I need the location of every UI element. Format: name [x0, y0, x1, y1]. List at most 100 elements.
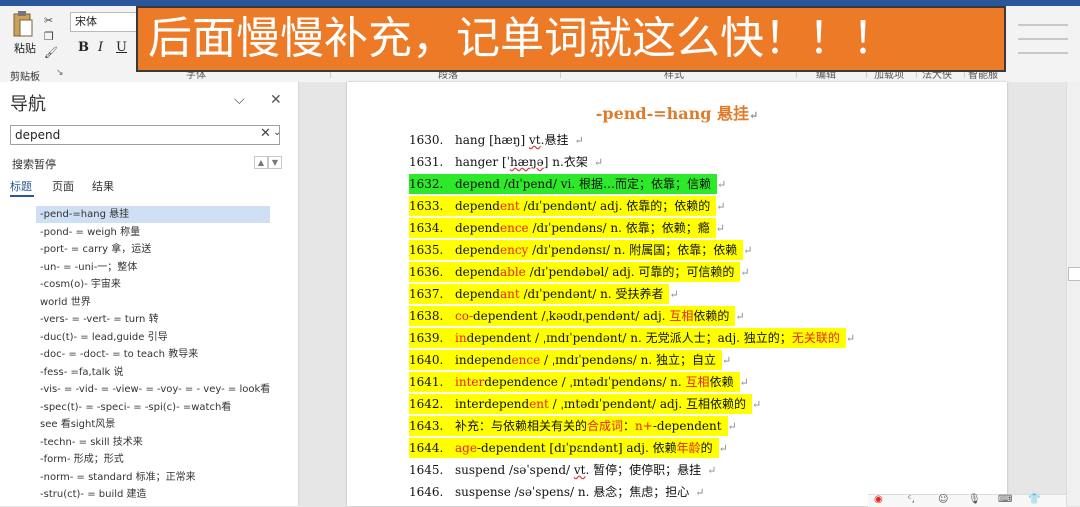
- tab-pages[interactable]: 页面: [52, 178, 74, 194]
- tab-headings[interactable]: 标题: [10, 178, 32, 194]
- entry-text: depend: [455, 243, 500, 257]
- paragraph-mark-icon: ↵: [574, 134, 584, 147]
- previous-result-icon[interactable]: ▲: [254, 156, 268, 169]
- heading-item[interactable]: -un- = -uni-一；整体: [36, 259, 270, 276]
- paragraph-mark-icon: ↵: [740, 266, 750, 279]
- entry-text: /dɪˈpendənt/ adj. 依靠的；依赖的: [519, 199, 711, 213]
- document-area[interactable]: -pend-=hang 悬挂↵ 1630. hang [hæŋ] vt.悬挂 ↵ 16…: [299, 82, 1066, 506]
- entry-number: 1630.: [409, 133, 444, 147]
- entry-text: 依赖的: [693, 309, 730, 323]
- close-icon[interactable]: ✕: [270, 92, 282, 108]
- entry-text: 互相: [669, 309, 694, 323]
- entry-number: 1646.: [409, 485, 444, 499]
- dictionary-entry[interactable]: 1644. age-dependent [dɪˈpɛndənt] adj. 依赖年…: [409, 438, 728, 458]
- entry-highlight: 1642. interdependent / ˌɪntədɪˈpendənt/ a…: [409, 394, 753, 414]
- paragraph-mark-icon: ↵: [727, 420, 737, 433]
- heading-item[interactable]: -duc(t)- = lead,guide 引导: [36, 329, 270, 346]
- entry-text: interdepend: [455, 397, 530, 411]
- heading-item[interactable]: -pend-=hang 悬挂: [36, 206, 270, 223]
- entry-highlight: 1644. age-dependent [dɪˈpɛndənt] adj. 依赖年…: [409, 438, 719, 458]
- entry-text: 的: [700, 441, 713, 455]
- nav-search-box[interactable]: ✕ ⌄: [10, 125, 281, 145]
- heading-item[interactable]: -norm- = standard 标准；正常来: [36, 469, 270, 486]
- clipboard-group: 粘贴 ✂ ❐ 🖌 剪贴板 ↘: [6, 8, 66, 83]
- dictionary-entry[interactable]: 1639. independent / ˌɪndɪˈpendənt/ n. 无党派…: [409, 328, 855, 348]
- heading-item[interactable]: -cosm(o)- 宇宙来: [36, 276, 270, 293]
- format-painter-icon[interactable]: 🖌: [44, 46, 58, 59]
- heading-item[interactable]: -vis- = -vid- = -view- = -voy- = - vey- …: [36, 381, 270, 398]
- dictionary-entry[interactable]: 1630. hang [hæŋ] vt.悬挂 ↵: [409, 130, 584, 150]
- dictionary-entry[interactable]: 1633. dependent /dɪˈpendənt/ adj. 依靠的；依赖的…: [409, 196, 725, 216]
- dictionary-entry[interactable]: 1635. dependency /dɪˈpendənsɪ/ n. 附属国；依靠；…: [409, 240, 752, 260]
- font-name-box[interactable]: 宋体: [70, 12, 146, 32]
- paragraph-mark-icon: ↵: [695, 486, 705, 499]
- next-result-icon[interactable]: ▼: [268, 156, 282, 169]
- nav-search-input[interactable]: [15, 127, 255, 143]
- punctuation-icon[interactable]: ᶜ,: [908, 494, 915, 505]
- entry-text: .悬挂: [540, 133, 569, 147]
- dictionary-entry[interactable]: 1640. independence / ˌɪndɪˈpendəns/ n. 独立…: [409, 350, 731, 370]
- entry-text: dependent / ˌɪndɪˈpendənt/ n. 无党派人士；adj.…: [466, 331, 792, 345]
- heading-item[interactable]: -spec(t)- = -speci- = -spi(c)- =watch看: [36, 399, 270, 416]
- heading-item[interactable]: world 世界: [36, 294, 270, 311]
- section-heading: -pend-=hang 悬挂↵: [595, 104, 759, 123]
- paste-icon[interactable]: [12, 10, 34, 38]
- heading-item[interactable]: -vers- = -vert- = turn 转: [36, 311, 270, 328]
- dictionary-entry[interactable]: 1631. hanger [ˈhæŋə] n.衣架 ↵: [409, 152, 603, 172]
- clear-search-icon[interactable]: ✕: [260, 126, 271, 141]
- dictionary-entry[interactable]: 1642. interdependent / ˌɪntədɪˈpendənt/ a…: [409, 394, 761, 414]
- entry-text: independ: [455, 353, 512, 367]
- heading-item[interactable]: see 看sight风景: [36, 416, 270, 433]
- active-tab-indicator: [10, 195, 34, 197]
- entry-number: 1638.: [409, 309, 444, 323]
- dictionary-entry[interactable]: 1645. suspend /səˈspend/ vt. 暂停；使停职；悬挂 ↵: [409, 460, 716, 480]
- dictionary-entry[interactable]: 1641. interdependence / ˌɪntədɪˈpendəns/ …: [409, 372, 749, 392]
- microphone-icon[interactable]: 🎙: [968, 494, 981, 505]
- dictionary-entry[interactable]: 1646. suspense /səˈspens/ n. 悬念；焦虑；担心 ↵: [409, 482, 705, 502]
- cut-icon[interactable]: ✂: [44, 14, 53, 27]
- search-status-text: 搜索暂停: [12, 158, 56, 171]
- scrollbar-thumb[interactable]: [1068, 267, 1080, 281]
- dictionary-entry[interactable]: 1636. dependable /dɪˈpendəbəl/ adj. 可靠的；可…: [409, 262, 750, 282]
- italic-button[interactable]: I: [98, 40, 103, 55]
- heading-item[interactable]: -stru(ct)- = build 建造: [36, 486, 270, 503]
- chevron-down-icon[interactable]: ⌵: [234, 92, 245, 108]
- dictionary-entry[interactable]: 1632. depend /dɪˈpend/ vi. 根据…而定；依靠；信赖 ↵: [409, 174, 726, 194]
- paragraph-mark-icon: ↵: [707, 464, 717, 477]
- tab-results[interactable]: 结果: [92, 178, 114, 194]
- emoji-icon[interactable]: ☺: [938, 494, 948, 505]
- paragraph-mark-icon: ↵: [716, 178, 727, 191]
- entry-highlight: 1641. interdependence / ˌɪntədɪˈpendəns/ …: [409, 372, 740, 392]
- app-logo-icon[interactable]: ◉: [874, 494, 883, 505]
- video-caption-banner: 后面慢慢补充，记单词就这么快！！！: [136, 6, 1006, 72]
- entry-highlight: 1643. 补充：与依赖相关有关的合成词：n+-dependent: [409, 416, 728, 436]
- vertical-scrollbar[interactable]: [1066, 82, 1080, 506]
- paste-button[interactable]: 粘贴: [14, 40, 36, 56]
- entry-text: suspend /səˈspend/: [455, 463, 574, 477]
- heading-item[interactable]: -doc- = -doct- = to teach 教导来: [36, 346, 270, 363]
- heading-item[interactable]: -pond- = weigh 称量: [36, 224, 270, 241]
- paragraph-mark-icon: ↵: [669, 288, 679, 301]
- heading-item[interactable]: -techn- = skill 技术来: [36, 434, 270, 451]
- heading-item[interactable]: -form- 形成；形式: [36, 451, 270, 468]
- document-page[interactable]: -pend-=hang 悬挂↵ 1630. hang [hæŋ] vt.悬挂 ↵ 16…: [347, 82, 1007, 506]
- paragraph-mark-icon: ↵: [593, 156, 604, 169]
- clipboard-launcher-icon[interactable]: ↘: [56, 68, 64, 78]
- heading-item[interactable]: -fess- =fa,talk 说: [36, 364, 270, 381]
- entry-text: dependence / ˌɪntədɪˈpendəns/ n.: [484, 375, 686, 389]
- ribbon-right-panel: [1014, 8, 1076, 68]
- bold-button[interactable]: B: [78, 40, 89, 55]
- search-options-icon[interactable]: ⌄: [273, 127, 281, 138]
- underline-button[interactable]: U: [116, 40, 127, 55]
- keyboard-icon[interactable]: ⌨: [998, 494, 1012, 505]
- dictionary-entry[interactable]: 1637. dependant /dɪˈpendənt/ n. 受扶养者 ↵: [409, 284, 679, 304]
- entry-number: 1640.: [409, 353, 444, 367]
- dictionary-entry[interactable]: 1643. 补充：与依赖相关有关的合成词：n+-dependent ↵: [409, 416, 737, 436]
- entry-highlight: 1638. co-dependent /ˌkəʊdɪˌpendənt/ adj. …: [409, 306, 736, 326]
- clipboard-group-label: 剪贴板: [10, 72, 40, 83]
- heading-item[interactable]: -port- = carry 拿，运送: [36, 241, 270, 258]
- copy-icon[interactable]: ❐: [44, 30, 54, 43]
- dictionary-entry[interactable]: 1634. dependence /dɪˈpendəns/ n. 依靠；依赖；瘾 ↵: [409, 218, 725, 238]
- shirt-icon[interactable]: 👕: [1028, 494, 1040, 505]
- dictionary-entry[interactable]: 1638. co-dependent /ˌkəʊdɪˌpendənt/ adj. …: [409, 306, 745, 326]
